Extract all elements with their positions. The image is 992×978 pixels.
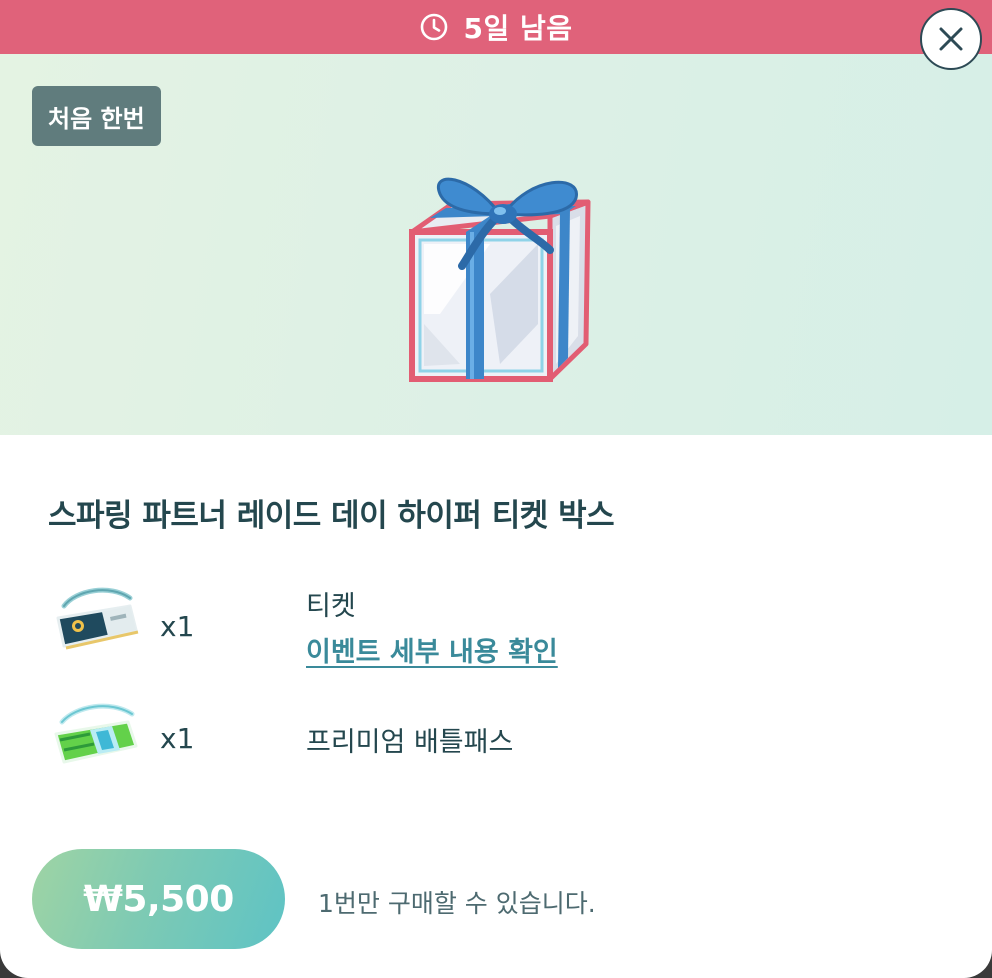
first-time-badge: 처음 한번 [32, 86, 161, 146]
time-remaining-bar: 5일 남음 [0, 0, 992, 54]
price-label: ₩5,500 [83, 878, 234, 920]
product-hero: 처음 한번 [0, 54, 992, 435]
premium-battle-pass-icon [50, 700, 140, 770]
purchase-limit-note: 1번만 구매할 수 있습니다. [318, 889, 596, 918]
battle-pass-name: 프리미엄 배틀패스 [306, 727, 514, 758]
close-icon [938, 26, 964, 52]
time-remaining-text: 5일 남음 [463, 12, 573, 45]
event-details-link[interactable]: 이벤트 세부 내용 확인 [306, 630, 558, 669]
ticket-name: 티켓 [306, 591, 356, 622]
clock-icon [419, 12, 449, 42]
ticket-quantity: x1 [160, 610, 195, 643]
ticket-icon [50, 586, 140, 656]
gift-box-icon [400, 174, 600, 389]
battle-pass-quantity: x1 [160, 722, 195, 755]
offer-dialog: 5일 남음 처음 한번 스파링 파트너 레이드 데이 하이퍼 티켓 박스 x1 … [0, 0, 992, 978]
product-title: 스파링 파트너 레이드 데이 하이퍼 티켓 박스 [48, 498, 615, 534]
purchase-button[interactable]: ₩5,500 [32, 849, 285, 949]
close-button[interactable] [920, 8, 982, 70]
